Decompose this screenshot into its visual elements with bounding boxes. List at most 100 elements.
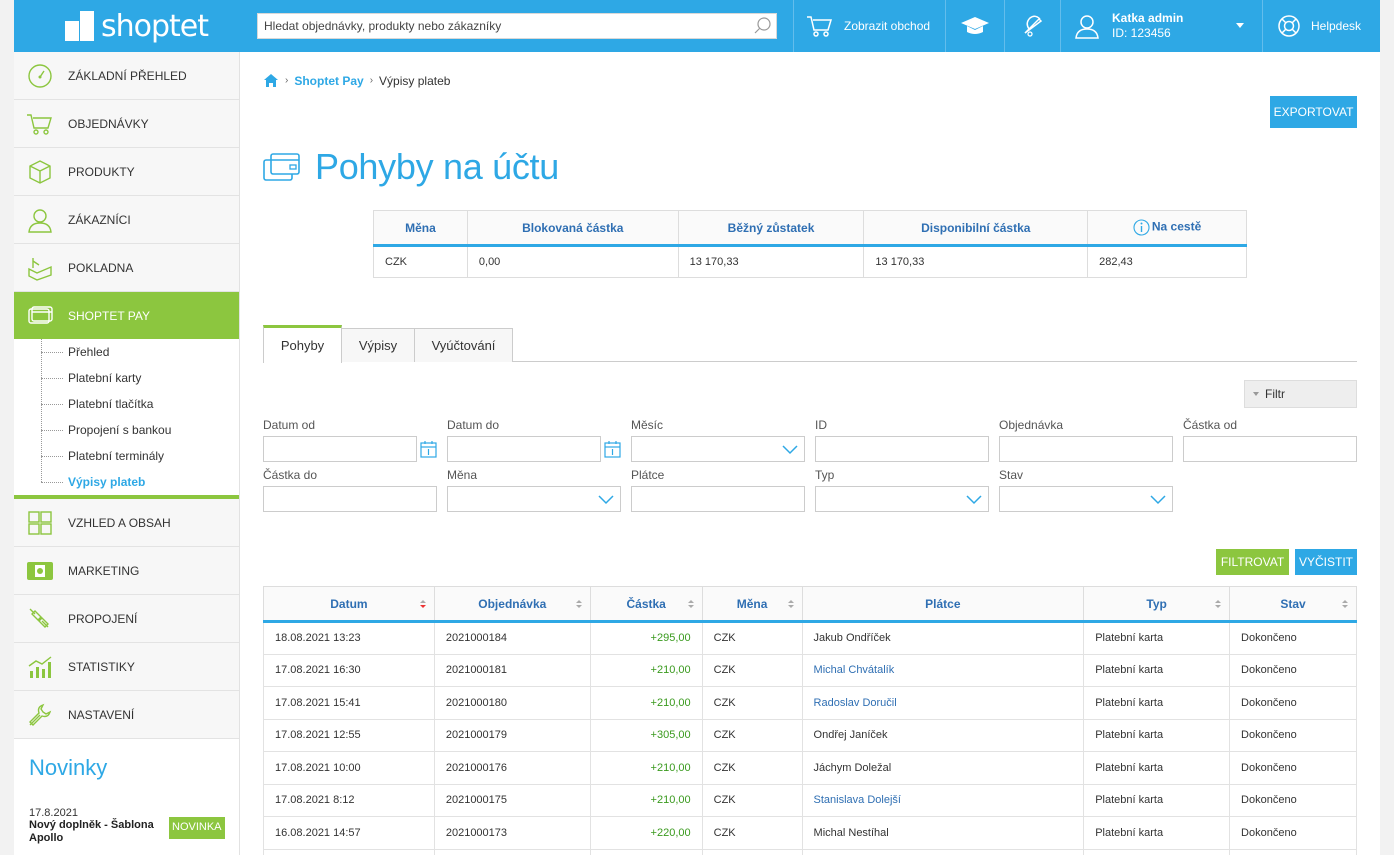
order-input[interactable]: [999, 436, 1173, 462]
sidebar-item-settings[interactable]: Nastavení: [14, 691, 239, 739]
sidebar-item-marketing[interactable]: Marketing: [14, 547, 239, 595]
cell-status: Dokončeno: [1229, 653, 1357, 687]
status-select[interactable]: [999, 486, 1173, 512]
month-select[interactable]: [631, 436, 805, 462]
table-row[interactable]: 16.08.2021 14:57 2021000173 +220,00 CZK …: [263, 816, 1357, 850]
breadcrumb-link[interactable]: Shoptet Pay: [294, 74, 363, 88]
info-icon[interactable]: [1133, 219, 1150, 236]
shoptet-logo[interactable]: shoptet: [14, 0, 240, 52]
id-input[interactable]: [815, 436, 989, 462]
date-from-input[interactable]: [263, 436, 437, 462]
filter-toggle[interactable]: Filtr: [1244, 380, 1357, 408]
table-row[interactable]: [263, 848, 1357, 855]
tab-statements[interactable]: Výpisy: [341, 328, 415, 362]
cell-order: 2021000176: [433, 751, 591, 785]
export-button[interactable]: EXPORTOVAT: [1270, 96, 1357, 128]
tab-settlements[interactable]: Vyúčtování: [414, 328, 513, 362]
news-item[interactable]: 17.8.2021 Nový doplněk - Šablona Apollo …: [29, 807, 225, 845]
cell-type: Platební karta: [1083, 718, 1231, 752]
filter-label: Měna: [447, 468, 478, 482]
sidebar-item-dashboard[interactable]: Základní přehled: [14, 52, 239, 100]
sidebar: Základní přehled Objednávky Produkty Zák…: [14, 52, 240, 855]
view-store-button[interactable]: Zobrazit obchod: [806, 0, 930, 52]
cell-currency: CZK: [701, 751, 803, 785]
search-icon[interactable]: [750, 13, 776, 39]
submenu-item-bank-connection[interactable]: Propojení s bankou: [14, 417, 239, 443]
submenu-item-payment-terminals[interactable]: Platební terminály: [14, 443, 239, 469]
chevron-down-icon: [966, 494, 982, 508]
page-title: Pohyby na účtu: [315, 146, 559, 187]
sidebar-item-label: Propojení: [68, 611, 138, 626]
cell-payer: Michal Nestíhal: [801, 816, 1085, 850]
column-header-currency[interactable]: Měna: [701, 586, 803, 623]
column-header-date[interactable]: Datum: [263, 586, 435, 623]
submenu-item-payment-statements[interactable]: Výpisy plateb: [14, 469, 239, 495]
sidebar-item-products[interactable]: Produkty: [14, 148, 239, 196]
column-header-status[interactable]: Stav: [1229, 586, 1357, 623]
cell-date: 17.08.2021 8:12: [263, 783, 435, 817]
filter-button[interactable]: FILTROVAT: [1216, 549, 1289, 575]
table-row[interactable]: 17.08.2021 16:30 2021000181 +210,00 CZK …: [263, 653, 1357, 687]
submenu-item-overview[interactable]: Přehled: [14, 339, 239, 365]
sidebar-item-customers[interactable]: Zákazníci: [14, 196, 239, 244]
tab-bar: Pohyby Výpisy Vyúčtování: [263, 325, 1357, 363]
table-row[interactable]: 18.08.2021 13:23 2021000184 +295,00 CZK …: [263, 621, 1357, 655]
payer-input[interactable]: [631, 486, 805, 512]
helpdesk-button[interactable]: Helpdesk: [1277, 0, 1361, 52]
calendar-icon[interactable]: [604, 440, 621, 461]
cell-payer-link[interactable]: Michal Chvátalík: [801, 653, 1085, 687]
sidebar-item-label: Objednávky: [68, 116, 149, 131]
sidebar-item-shoptet-pay[interactable]: Shoptet Pay: [14, 292, 239, 339]
cell-status: Dokončeno: [1229, 751, 1357, 785]
search-input[interactable]: [264, 19, 750, 33]
clear-button[interactable]: VYČISTIT: [1295, 549, 1357, 575]
cell-amount: +210,00: [589, 783, 703, 817]
global-search[interactable]: [257, 13, 777, 39]
table-row[interactable]: 17.08.2021 10:00 2021000176 +210,00 CZK …: [263, 751, 1357, 785]
sort-icon: [419, 600, 426, 608]
submenu-item-payment-buttons[interactable]: Platební tlačítka: [14, 391, 239, 417]
cell-payer-link[interactable]: Stanislava Dolejší: [801, 783, 1085, 817]
academy-button[interactable]: [946, 0, 1004, 52]
bell-icon: [1021, 13, 1045, 39]
cell-amount: +210,00: [589, 653, 703, 687]
type-select[interactable]: [815, 486, 989, 512]
home-icon[interactable]: [263, 73, 279, 88]
app-frame: shoptet Zobrazit obchod: [14, 0, 1380, 855]
cell-amount: [589, 848, 703, 855]
notifications-button[interactable]: [1005, 0, 1060, 52]
sidebar-item-integrations[interactable]: Propojení: [14, 595, 239, 643]
date-to-input[interactable]: [447, 436, 621, 462]
cell-type: Platební karta: [1083, 751, 1231, 785]
amount-to-input[interactable]: [263, 486, 437, 512]
submenu-item-payment-cards[interactable]: Platební karty: [14, 365, 239, 391]
column-header-order[interactable]: Objednávka: [433, 586, 591, 623]
table-row[interactable]: 17.08.2021 15:41 2021000180 +210,00 CZK …: [263, 686, 1357, 720]
header-divider: [1060, 0, 1061, 52]
header-divider: [793, 0, 794, 52]
calendar-icon[interactable]: [420, 440, 437, 461]
sidebar-item-cash-register[interactable]: Pokladna: [14, 244, 239, 292]
currency-select[interactable]: [447, 486, 621, 512]
cell-payer-link[interactable]: Radoslav Doručil: [801, 686, 1085, 720]
plug-icon: [14, 595, 66, 643]
sort-icon: [575, 600, 582, 608]
amount-from-input[interactable]: [1183, 436, 1357, 462]
cell-order: 2021000181: [433, 653, 591, 687]
column-header-type[interactable]: Typ: [1083, 586, 1231, 623]
user-menu[interactable]: Katka admin ID: 123456: [1074, 0, 1252, 52]
filter-type: Typ: [815, 468, 989, 512]
sidebar-item-orders[interactable]: Objednávky: [14, 100, 239, 148]
cell-amount: +210,00: [589, 686, 703, 720]
news-title[interactable]: Nový doplněk - Šablona Apollo: [29, 819, 169, 845]
column-header-amount[interactable]: Částka: [589, 586, 703, 623]
tab-movements[interactable]: Pohyby: [263, 325, 342, 363]
cell-amount: +295,00: [589, 621, 703, 655]
filter-date-from: Datum od: [263, 418, 437, 462]
sidebar-item-label: Základní přehled: [68, 68, 187, 83]
sidebar-item-appearance[interactable]: Vzhled a obsah: [14, 499, 239, 547]
sidebar-item-statistics[interactable]: Statistiky: [14, 643, 239, 691]
table-row[interactable]: 17.08.2021 8:12 2021000175 +210,00 CZK S…: [263, 783, 1357, 817]
table-row[interactable]: 17.08.2021 12:55 2021000179 +305,00 CZK …: [263, 718, 1357, 752]
sort-icon: [1215, 600, 1222, 608]
